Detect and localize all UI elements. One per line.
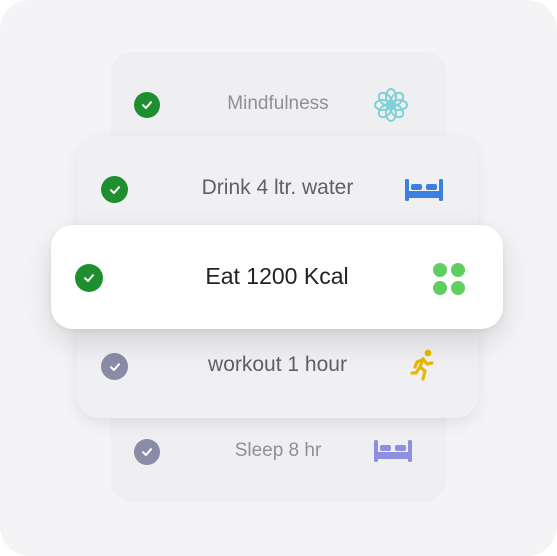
bed-icon: [402, 173, 446, 205]
running-icon: [409, 347, 439, 383]
four-dots-icon: [432, 262, 466, 296]
widget-frame: Mindfulness Sleep 8 hr Drink 4 ltr. wate…: [0, 0, 557, 556]
bed-icon: [371, 434, 415, 466]
lotus-icon: [372, 86, 410, 124]
task-card-eat-kcal[interactable]: Eat 1200 Kcal: [51, 225, 503, 329]
task-card-workout[interactable]: workout 1 hour: [77, 315, 478, 418]
